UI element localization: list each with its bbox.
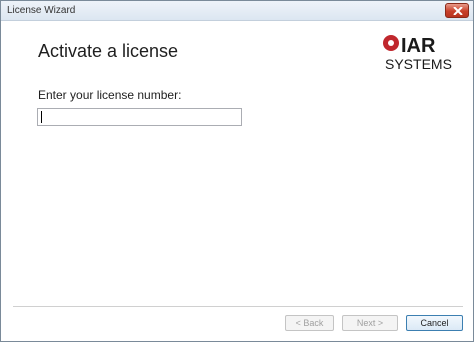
close-icon — [453, 7, 463, 15]
text-caret — [41, 111, 42, 123]
cancel-button[interactable]: Cancel — [406, 315, 463, 331]
close-button[interactable] — [445, 3, 469, 18]
back-button[interactable]: < Back — [285, 315, 334, 331]
window-title: License Wizard — [7, 5, 76, 16]
iar-systems-logo: IAR SYSTEMS — [383, 35, 452, 72]
page-heading: Activate a license — [38, 41, 179, 61]
title-bar[interactable]: License Wizard — [1, 1, 473, 21]
license-wizard-window: License Wizard Activate a license IAR SY… — [0, 0, 474, 342]
logo-text-systems: SYSTEMS — [385, 56, 452, 72]
logo-text-iar: IAR — [401, 35, 436, 57]
license-number-input[interactable] — [37, 108, 242, 126]
next-button[interactable]: Next > — [342, 315, 398, 331]
license-number-label: Enter your license number: — [38, 88, 182, 102]
footer-divider — [13, 306, 463, 307]
